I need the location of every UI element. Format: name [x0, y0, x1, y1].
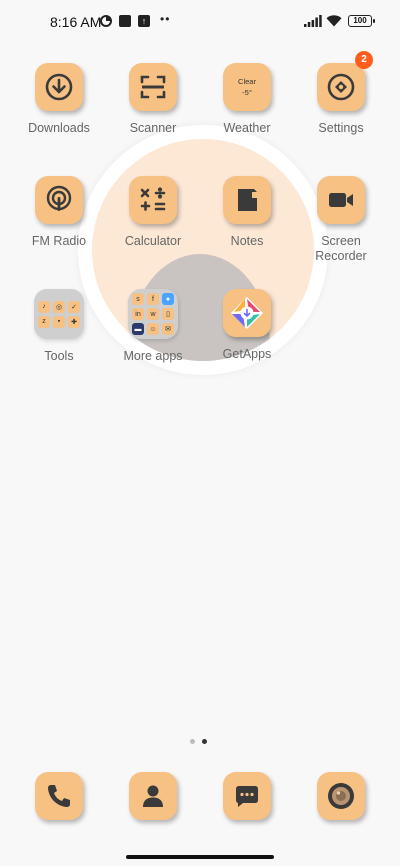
app-scanner[interactable]: Scanner	[106, 63, 200, 136]
weather-condition: Clear	[238, 77, 256, 86]
download-icon[interactable]	[35, 63, 83, 111]
mini-app-icon: ▯	[162, 308, 174, 320]
app-label: GetApps	[222, 347, 272, 361]
signal-icon	[304, 15, 322, 27]
contacts-icon[interactable]	[129, 772, 177, 820]
mini-app-icon: ☺	[147, 323, 159, 335]
calculator-icon[interactable]	[129, 176, 177, 224]
battery-icon: 100	[348, 15, 375, 27]
mini-app-icon: f	[147, 293, 159, 305]
mini-app-icon: ✓	[68, 300, 80, 313]
app-downloads[interactable]: Downloads	[12, 63, 106, 136]
mini-app-icon: ▪	[53, 315, 65, 328]
page-indicator[interactable]	[190, 731, 214, 749]
mini-app-icon: ✉	[162, 323, 174, 335]
page-dot-active[interactable]	[202, 739, 207, 744]
notes-icon[interactable]	[223, 176, 271, 224]
wifi-icon	[326, 15, 342, 27]
app-label: FM Radio	[31, 234, 87, 248]
notification-badge: 2	[355, 51, 373, 69]
app-calculator[interactable]: Calculator	[106, 176, 200, 249]
page-dot[interactable]	[190, 739, 195, 744]
app-settings[interactable]: 2 Settings	[294, 51, 388, 136]
folder-tools[interactable]: ♪ ◎ ✓ z ▪ ✚ Tools	[12, 289, 106, 364]
app-label: Weather	[223, 121, 271, 135]
mini-app-icon: ◎	[53, 300, 65, 313]
app-fm-radio[interactable]: FM Radio	[12, 176, 106, 249]
scanner-icon[interactable]	[129, 63, 177, 111]
dock-phone[interactable]	[12, 772, 106, 820]
app-getapps[interactable]: GetApps	[200, 289, 294, 362]
folder-icon[interactable]: ♪ ◎ ✓ z ▪ ✚	[34, 289, 84, 339]
weather-temperature: -5°	[242, 88, 252, 97]
status-bar: 8:16 AM ↑ •• 100	[0, 0, 400, 44]
app-label-line: Recorder	[315, 249, 367, 263]
home-gesture-bar[interactable]	[126, 855, 274, 859]
mini-app-icon: s	[132, 293, 144, 305]
dock-messages[interactable]	[200, 772, 294, 820]
app-label: Settings	[318, 121, 364, 135]
mini-app-icon: ✚	[68, 315, 80, 328]
app-label: Scanner	[129, 121, 177, 135]
mini-app-icon: ♪	[38, 300, 50, 313]
folder-more-apps[interactable]: s f ● in w ▯ ▬ ☺ ✉ More apps	[106, 289, 200, 364]
mini-app-icon: in	[132, 308, 144, 320]
app-notes[interactable]: Notes	[200, 176, 294, 249]
video-camera-icon[interactable]	[317, 176, 365, 224]
app-weather[interactable]: Clear -5° Weather	[200, 63, 294, 136]
weather-icon[interactable]: Clear -5°	[223, 63, 271, 111]
app-label-line: Screen	[321, 234, 361, 248]
folder-icon[interactable]: s f ● in w ▯ ▬ ☺ ✉	[128, 289, 178, 339]
dock-contacts[interactable]	[106, 772, 200, 820]
messages-icon[interactable]	[223, 772, 271, 820]
getapps-icon[interactable]	[223, 289, 271, 337]
app-label: Tools	[44, 349, 74, 363]
radio-icon[interactable]	[35, 176, 83, 224]
mini-app-icon: ▬	[132, 323, 144, 335]
camera-icon[interactable]	[317, 772, 365, 820]
app-screen-recorder[interactable]: Screen Recorder	[294, 176, 388, 264]
mini-app-icon: ●	[162, 293, 174, 305]
notification-icon	[119, 15, 131, 27]
app-label: Notes	[230, 234, 264, 248]
app-label: Downloads	[28, 121, 90, 135]
settings-icon[interactable]: 2	[317, 51, 373, 111]
mini-app-icon: z	[38, 315, 50, 328]
phone-icon[interactable]	[35, 772, 83, 820]
dock-camera[interactable]	[294, 772, 388, 820]
data-saver-icon	[100, 15, 112, 27]
app-label: More apps	[123, 349, 183, 363]
app-label: Calculator	[124, 234, 182, 248]
upload-icon: ↑	[138, 15, 150, 27]
app-label: Screen Recorder	[294, 234, 388, 264]
status-time: 8:16 AM	[50, 14, 102, 30]
more-notifications-icon: ••	[160, 12, 171, 26]
mini-app-icon: w	[147, 308, 159, 320]
